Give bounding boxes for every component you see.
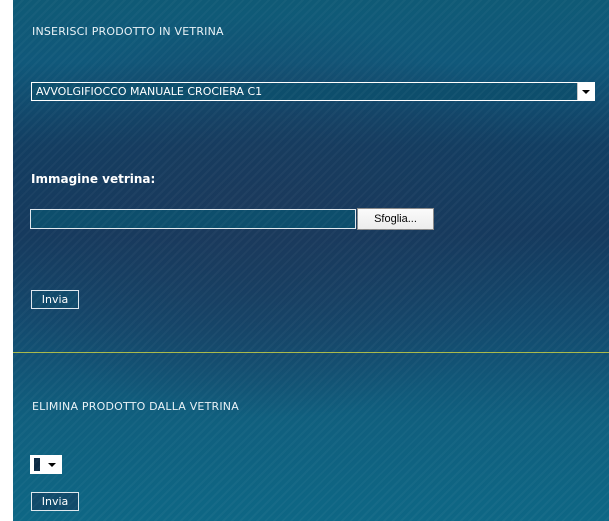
section-divider xyxy=(13,352,609,353)
browse-button[interactable]: Sfoglia... xyxy=(357,208,434,230)
showcase-image-label: Immagine vetrina: xyxy=(31,172,156,186)
insert-submit-button[interactable]: Invia xyxy=(31,290,79,309)
insert-section-heading: INSERISCI PRODOTTO IN VETRINA xyxy=(32,25,224,38)
delete-section-heading: ELIMINA PRODOTTO DALLA VETRINA xyxy=(32,400,239,413)
insert-product-select-value: AVVOLGIFIOCCO MANUALE CROCIERA C1 xyxy=(36,85,263,98)
insert-product-select[interactable]: AVVOLGIFIOCCO MANUALE CROCIERA C1 xyxy=(31,82,595,101)
delete-product-select-value xyxy=(31,456,45,473)
showcase-admin-panel: INSERISCI PRODOTTO IN VETRINA AVVOLGIFIO… xyxy=(13,0,609,521)
showcase-image-file-field[interactable] xyxy=(30,209,356,229)
chevron-down-icon[interactable] xyxy=(44,456,61,473)
chevron-down-icon[interactable] xyxy=(577,83,594,100)
delete-submit-button[interactable]: Invia xyxy=(31,492,79,511)
delete-product-select[interactable] xyxy=(30,455,62,474)
